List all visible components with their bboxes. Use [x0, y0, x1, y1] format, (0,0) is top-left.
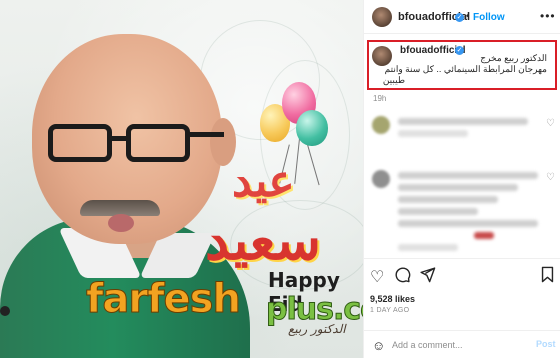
- heart-icon[interactable]: ♡: [546, 172, 555, 183]
- bookmark-icon[interactable]: [540, 266, 555, 288]
- greeting-arabic-line2: سعيد: [205, 208, 321, 272]
- likes-count[interactable]: 9,528 likes: [370, 294, 415, 304]
- caption-avatar[interactable]: [372, 46, 392, 66]
- comment-box: ☺ Post: [364, 330, 560, 358]
- caption-line3: طيبين: [382, 75, 405, 85]
- verified-icon: ✓: [455, 13, 464, 22]
- caption-line1: الدكتور ربيع مخرج: [480, 53, 547, 63]
- comment-input[interactable]: [392, 338, 522, 352]
- post-header: bfouadofficial ✓ • Follow •••: [364, 0, 560, 34]
- share-icon[interactable]: [419, 266, 436, 288]
- instagram-post: عيد سعيد Happy Eid الدكتور ربيع farfesh …: [0, 0, 560, 358]
- more-icon[interactable]: •••: [540, 9, 556, 23]
- avatar[interactable]: [372, 170, 390, 188]
- avatar[interactable]: [372, 7, 392, 27]
- post-button[interactable]: Post: [536, 339, 556, 349]
- post-image[interactable]: عيد سعيد Happy Eid الدكتور ربيع farfesh …: [0, 0, 363, 358]
- heart-icon[interactable]: ♡: [546, 118, 555, 129]
- balloon-teal: [296, 110, 328, 146]
- caption-time: 19h: [373, 94, 387, 103]
- emoji-icon[interactable]: ☺: [372, 338, 385, 353]
- carousel-dot: [0, 306, 10, 316]
- watermark-plus: plus.com: [265, 292, 363, 328]
- comment-icon[interactable]: [394, 266, 411, 288]
- separator-dot: •: [466, 11, 470, 22]
- avatar[interactable]: [372, 116, 390, 134]
- heart-icon[interactable]: ♡: [370, 267, 384, 287]
- post-sidebar: bfouadofficial ✓ • Follow ••• bfouadoffi…: [363, 0, 560, 358]
- post-date: 1 DAY AGO: [370, 307, 410, 314]
- watermark-farfesh: farfesh: [86, 276, 242, 323]
- greeting-arabic-line1: عيد: [232, 156, 295, 207]
- caption-line2: مهرجان المرابطة السينمائي .. كل سنة وانت…: [384, 64, 547, 74]
- follow-button[interactable]: Follow: [473, 12, 505, 23]
